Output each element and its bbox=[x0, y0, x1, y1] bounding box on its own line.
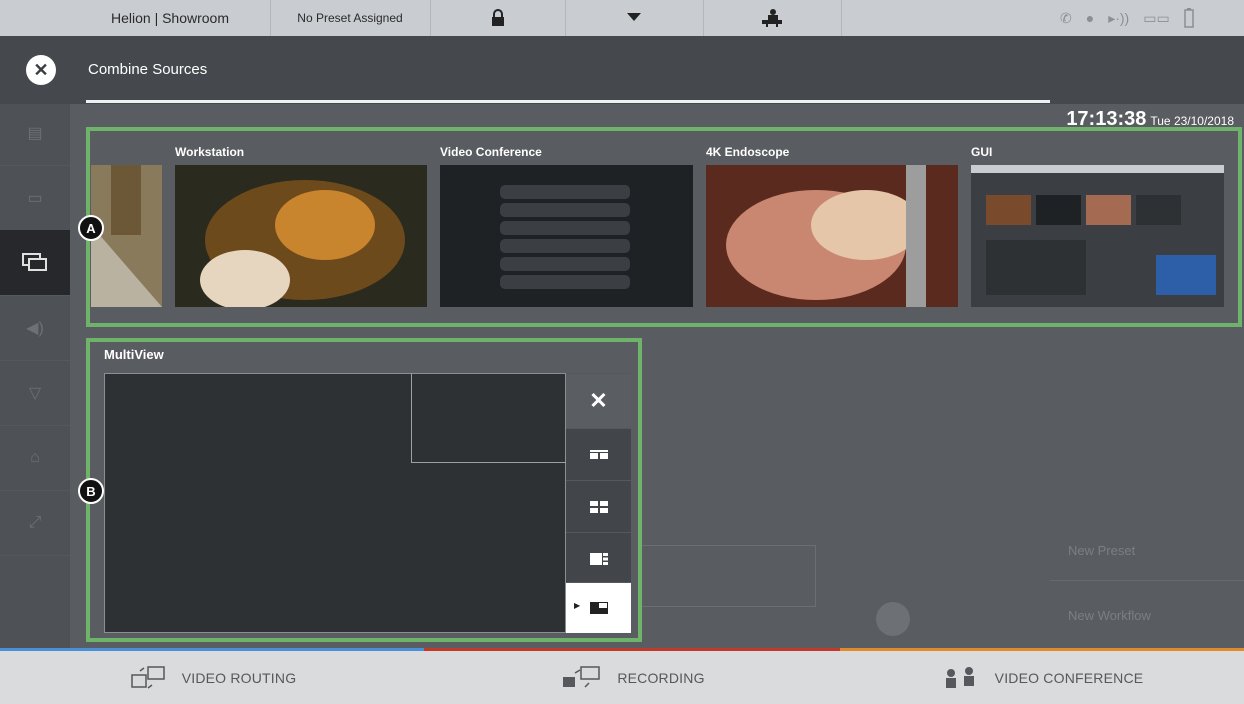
layout-quad-icon bbox=[589, 500, 608, 513]
tab-video-routing-label: VIDEO ROUTING bbox=[181, 669, 297, 686]
phone-icon[interactable]: ✆ bbox=[1060, 10, 1072, 27]
layout-side-by-side-button[interactable] bbox=[566, 428, 631, 480]
source-thumbnail-video-conference[interactable] bbox=[440, 165, 693, 307]
lock-icon bbox=[491, 9, 504, 26]
clear-layout-button[interactable]: ✕ bbox=[566, 373, 631, 428]
preset-status[interactable]: No Preset Assigned bbox=[270, 0, 431, 36]
status-icons: ✆ ● ▸·)) ▭▭ bbox=[1060, 8, 1194, 28]
dropdown-caret-icon bbox=[627, 13, 641, 21]
broadcast-icon[interactable]: ▸·)) bbox=[1108, 10, 1129, 27]
record-dot-icon[interactable]: ● bbox=[1086, 10, 1094, 26]
new-preset-label: New Preset bbox=[1068, 543, 1136, 558]
source-label-workstation: Workstation bbox=[175, 145, 245, 159]
speaker-icon: ◀) bbox=[0, 295, 70, 361]
layout-pip-icon bbox=[589, 602, 608, 614]
source-label-4k-endoscope: 4K Endoscope bbox=[706, 145, 790, 159]
multiview-pip-slot[interactable] bbox=[411, 373, 566, 463]
surgery-table-button[interactable] bbox=[703, 0, 842, 36]
glasses-icon[interactable]: ▭▭ bbox=[1143, 10, 1169, 27]
background-round-button bbox=[876, 602, 910, 636]
battery-icon bbox=[1183, 8, 1194, 28]
tab-recording-label: RECORDING bbox=[617, 669, 705, 686]
tab-video-conference-label: VIDEO CONFERENCE bbox=[994, 669, 1144, 686]
close-button[interactable]: ✕ bbox=[26, 55, 56, 85]
layout-side-by-side-icon bbox=[589, 449, 608, 459]
tab-recording[interactable]: RECORDING bbox=[424, 648, 840, 704]
layout-pip-button[interactable]: ▶ bbox=[566, 582, 631, 633]
source-thumbnail-workstation[interactable] bbox=[175, 165, 427, 307]
background-sidebar: ▤ ▭ ◀) ▽ ⌂ ⤢ bbox=[0, 100, 70, 648]
modal-divider bbox=[86, 100, 1050, 103]
recording-icon bbox=[563, 665, 601, 688]
preset-dropdown-button[interactable] bbox=[565, 0, 704, 36]
new-workflow-label: New Workflow bbox=[1068, 608, 1151, 623]
lock-button[interactable] bbox=[430, 0, 566, 36]
video-routing-icon bbox=[130, 665, 165, 689]
video-conference-icon bbox=[945, 666, 974, 688]
table-icon: ⌂ bbox=[0, 425, 70, 491]
surgery-table-icon bbox=[762, 9, 782, 27]
lamp-icon: ▽ bbox=[0, 360, 70, 426]
source-label-gui: GUI bbox=[971, 145, 993, 159]
screens-icon: ▭ bbox=[0, 165, 70, 231]
source-partial-thumbnail[interactable] bbox=[91, 165, 162, 307]
site-name: Helion | Showroom bbox=[70, 0, 271, 36]
divider bbox=[1050, 580, 1244, 581]
selected-indicator-icon: ▶ bbox=[574, 601, 581, 610]
source-thumbnail-4k-endoscope[interactable] bbox=[706, 165, 958, 307]
tab-video-routing[interactable]: VIDEO ROUTING bbox=[0, 648, 424, 704]
bottom-navigation: VIDEO ROUTING RECORDING VIDEO CONFERENCE bbox=[0, 648, 1244, 704]
source-label-video-conference: Video Conference bbox=[440, 145, 542, 159]
background-dropdown bbox=[640, 545, 816, 607]
fullscreen-icon: ⤢ bbox=[0, 490, 70, 556]
multiview-label: MultiView bbox=[104, 347, 164, 362]
callout-a: A bbox=[78, 215, 104, 241]
top-status-bar: Helion | Showroom No Preset Assigned ✆ ●… bbox=[0, 0, 1244, 36]
layout-main-side-button[interactable] bbox=[566, 532, 631, 584]
monitor-icon bbox=[0, 230, 70, 296]
close-icon: ✕ bbox=[33, 59, 49, 80]
clipboard-icon: ▤ bbox=[0, 100, 70, 166]
modal-title: Combine Sources bbox=[88, 61, 208, 78]
layout-main-side-icon bbox=[589, 552, 608, 565]
clock-date: Tue 23/10/2018 bbox=[1150, 114, 1234, 128]
callout-b: B bbox=[78, 478, 104, 504]
close-icon: ✕ bbox=[589, 388, 608, 413]
tab-video-conference[interactable]: VIDEO CONFERENCE bbox=[840, 648, 1244, 704]
source-thumbnail-gui[interactable] bbox=[971, 165, 1224, 307]
layout-quad-button[interactable] bbox=[566, 480, 631, 532]
